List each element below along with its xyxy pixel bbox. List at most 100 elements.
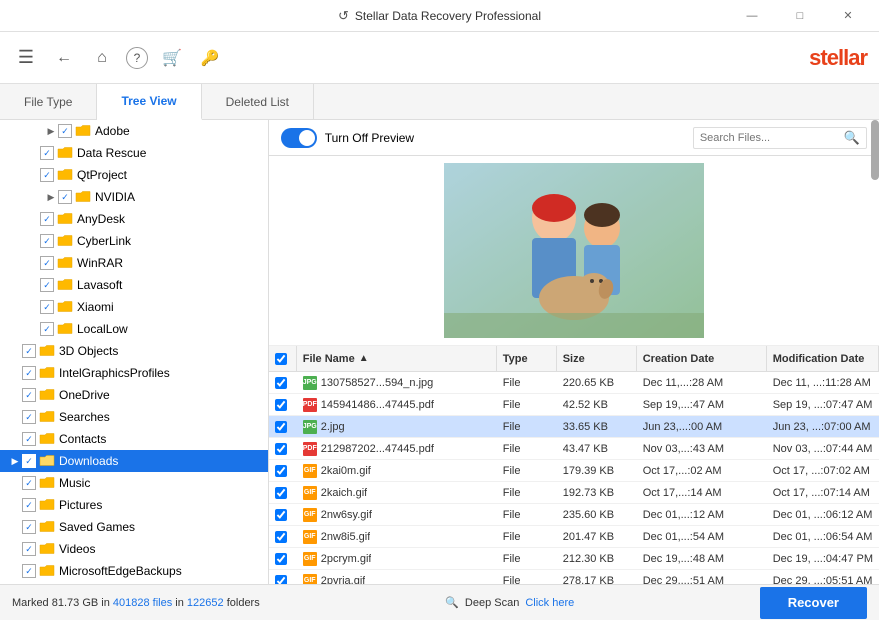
header-created[interactable]: Creation Date	[637, 346, 767, 371]
table-row[interactable]: PDF212987202...47445.pdfFile43.47 KBNov …	[269, 438, 879, 460]
sidebar-item-3d-objects[interactable]: 3D Objects	[0, 340, 268, 362]
row-checkbox[interactable]	[269, 460, 297, 481]
row-checkbox[interactable]	[269, 394, 297, 415]
menu-icon[interactable]: ☰	[12, 44, 40, 72]
sidebar-item-qtproject[interactable]: QtProject	[0, 164, 268, 186]
folder-icon	[57, 255, 73, 271]
row-size: 179.39 KB	[557, 460, 637, 481]
sidebar-item-pictures[interactable]: Pictures	[0, 494, 268, 516]
tree-item-label: LocalLow	[77, 322, 128, 336]
tree-item-checkbox[interactable]	[40, 168, 54, 182]
table-row[interactable]: GIF2kaich.gifFile192.73 KBOct 17,...:14 …	[269, 482, 879, 504]
row-type: File	[497, 526, 557, 547]
sidebar-item-winrar[interactable]: WinRAR	[0, 252, 268, 274]
tree-item-checkbox[interactable]	[22, 388, 36, 402]
sidebar-item-anydesk[interactable]: AnyDesk	[0, 208, 268, 230]
row-checkbox[interactable]	[269, 526, 297, 547]
tree-item-label: Searches	[59, 410, 110, 424]
tree-item-checkbox[interactable]	[40, 256, 54, 270]
tree-item-checkbox[interactable]	[58, 190, 72, 204]
tab-deleted-list[interactable]: Deleted List	[202, 84, 314, 119]
deepscan-link[interactable]: Click here	[525, 597, 574, 609]
tree-item-checkbox[interactable]	[40, 234, 54, 248]
tree-item-checkbox[interactable]	[22, 366, 36, 380]
help-icon[interactable]: ?	[126, 47, 148, 69]
row-type: File	[497, 372, 557, 393]
folder-icon	[39, 409, 55, 425]
tree-item-checkbox[interactable]	[40, 300, 54, 314]
row-name: GIF2pyrja.gif	[297, 570, 497, 584]
tree-item-checkbox[interactable]	[22, 476, 36, 490]
tree-item-checkbox[interactable]	[22, 410, 36, 424]
sidebar-item-onedrive[interactable]: OneDrive	[0, 384, 268, 406]
minimize-button[interactable]: —	[729, 0, 775, 32]
sidebar-item-music[interactable]: Music	[0, 472, 268, 494]
header-type[interactable]: Type	[497, 346, 557, 371]
sidebar-item-cyberlink[interactable]: CyberLink	[0, 230, 268, 252]
header-checkbox[interactable]	[275, 353, 287, 365]
table-row[interactable]: GIF2pyrja.gifFile278.17 KBDec 29,...:51 …	[269, 570, 879, 584]
tree-item-checkbox[interactable]	[22, 454, 36, 468]
table-row[interactable]: PDF145941486...47445.pdfFile42.52 KBSep …	[269, 394, 879, 416]
tree-item-checkbox[interactable]	[22, 542, 36, 556]
header-modified[interactable]: Modification Date	[767, 346, 879, 371]
row-checkbox[interactable]	[269, 482, 297, 503]
sidebar-item-downloads[interactable]: ▶Downloads	[0, 450, 268, 472]
sidebar-item-xiaomi[interactable]: Xiaomi	[0, 296, 268, 318]
sidebar-item-searches[interactable]: Searches	[0, 406, 268, 428]
close-button[interactable]: ✕	[825, 0, 871, 32]
sidebar-item-saved-games[interactable]: Saved Games	[0, 516, 268, 538]
row-checkbox[interactable]	[269, 438, 297, 459]
table-row[interactable]: GIF2kai0m.gifFile179.39 KBOct 17,...:02 …	[269, 460, 879, 482]
tree-item-checkbox[interactable]	[22, 564, 36, 578]
table-row[interactable]: JPG2.jpgFile33.65 KBJun 23,...:00 AMJun …	[269, 416, 879, 438]
tab-tree-view[interactable]: Tree View	[97, 84, 201, 120]
row-name: PDF212987202...47445.pdf	[297, 438, 497, 459]
row-checkbox[interactable]	[269, 372, 297, 393]
sidebar-item-data-rescue[interactable]: Data Rescue	[0, 142, 268, 164]
table-row[interactable]: JPG130758527...594_n.jpgFile220.65 KBDec…	[269, 372, 879, 394]
search-input[interactable]	[700, 132, 840, 144]
sidebar-item-intel-graphics[interactable]: IntelGraphicsProfiles	[0, 362, 268, 384]
table-row[interactable]: GIF2pcrym.gifFile212.30 KBDec 19,...:48 …	[269, 548, 879, 570]
row-checkbox[interactable]	[269, 570, 297, 584]
toggle-switch-control[interactable]	[281, 128, 317, 148]
header-size[interactable]: Size	[557, 346, 637, 371]
maximize-button[interactable]: □	[777, 0, 823, 32]
sidebar-item-videos[interactable]: Videos	[0, 538, 268, 560]
tree-item-checkbox[interactable]	[40, 146, 54, 160]
sidebar-item-localLow[interactable]: LocalLow	[0, 318, 268, 340]
tab-file-type[interactable]: File Type	[0, 84, 97, 119]
tree-item-checkbox[interactable]	[22, 344, 36, 358]
sidebar-item-ms-edge-backups[interactable]: MicrosoftEdgeBackups	[0, 560, 268, 582]
sidebar-item-ansel[interactable]: ansel	[0, 582, 268, 584]
tree-item-checkbox[interactable]	[40, 322, 54, 336]
header-name[interactable]: File Name ▲	[297, 346, 497, 371]
home-icon[interactable]: ⌂	[88, 44, 116, 72]
gif-file-icon: GIF	[303, 574, 317, 585]
gif-file-icon: GIF	[303, 508, 317, 522]
tree-item-checkbox[interactable]	[58, 124, 72, 138]
cart-icon[interactable]: 🛒	[158, 44, 186, 72]
row-name: JPG130758527...594_n.jpg	[297, 372, 497, 393]
recover-button[interactable]: Recover	[760, 587, 867, 619]
row-checkbox[interactable]	[269, 548, 297, 569]
tree-item-checkbox[interactable]	[22, 520, 36, 534]
sidebar-item-lavasoft[interactable]: Lavasoft	[0, 274, 268, 296]
row-type: File	[497, 482, 557, 503]
row-checkbox[interactable]	[269, 416, 297, 437]
row-modified: Dec 19, ...:04:47 PM	[767, 548, 879, 569]
row-checkbox[interactable]	[269, 504, 297, 525]
sidebar-item-contacts[interactable]: Contacts	[0, 428, 268, 450]
toggle-preview[interactable]: Turn Off Preview	[281, 128, 414, 148]
back-icon[interactable]: ←	[50, 44, 78, 72]
tree-item-checkbox[interactable]	[22, 498, 36, 512]
key-icon[interactable]: 🔑	[196, 44, 224, 72]
tree-item-checkbox[interactable]	[40, 278, 54, 292]
tree-item-checkbox[interactable]	[22, 432, 36, 446]
table-row[interactable]: GIF2nw8i5.gifFile201.47 KBDec 01,...:54 …	[269, 526, 879, 548]
sidebar-item-adobe[interactable]: ▶Adobe	[0, 120, 268, 142]
sidebar-item-nvidia[interactable]: ▶NVIDIA	[0, 186, 268, 208]
tree-item-checkbox[interactable]	[40, 212, 54, 226]
table-row[interactable]: GIF2nw6sy.gifFile235.60 KBDec 01,...:12 …	[269, 504, 879, 526]
